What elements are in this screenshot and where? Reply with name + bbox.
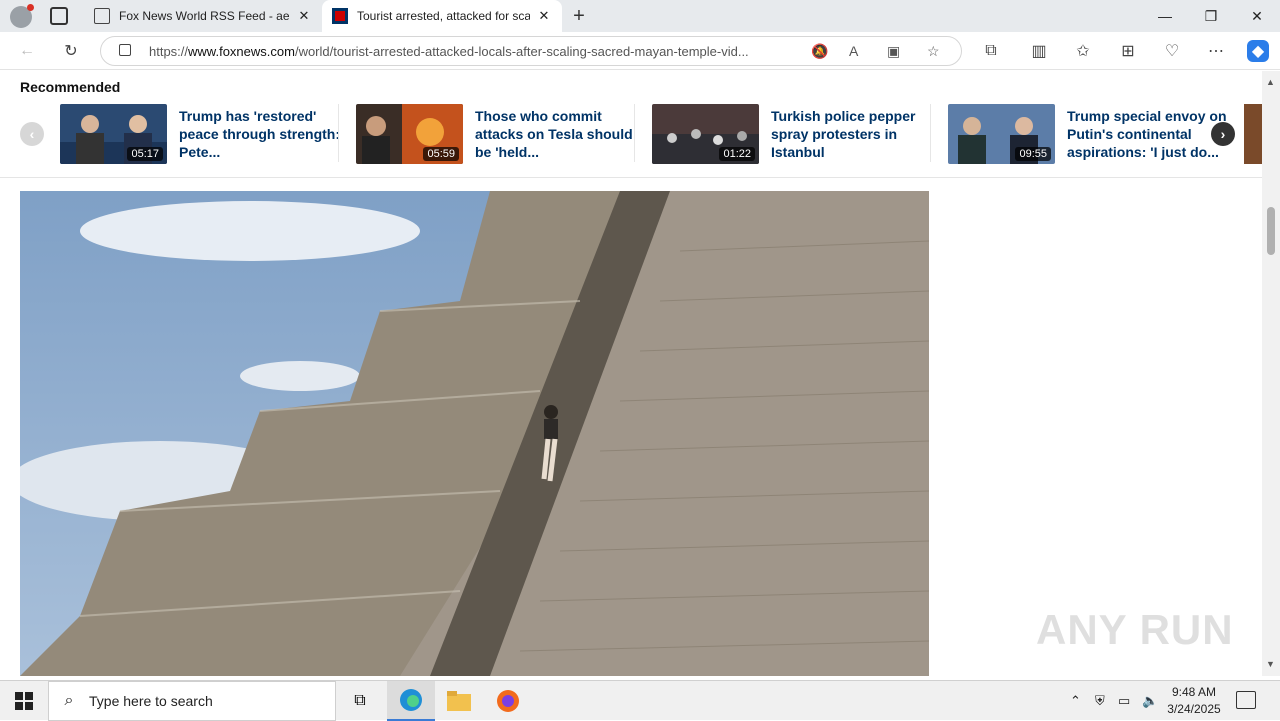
video-headline[interactable]: Trump has 'restored' peace through stren…: [179, 107, 341, 161]
refresh-icon[interactable]: ↻: [60, 40, 82, 62]
firefox-icon[interactable]: [484, 681, 532, 721]
video-thumbnail[interactable]: 01:22: [652, 104, 759, 164]
favorites-icon[interactable]: ✩: [1072, 40, 1094, 62]
read-aloud-icon[interactable]: A: [849, 43, 858, 59]
close-window-button[interactable]: ✕: [1234, 0, 1280, 32]
close-tab-icon[interactable]: ✕: [296, 8, 312, 24]
browser-essentials-icon[interactable]: ♡: [1161, 40, 1183, 62]
recommended-video[interactable]: 05:59 Those who commit attacks on Tesla …: [356, 104, 640, 164]
windows-icon: [15, 692, 33, 710]
recommended-video[interactable]: 05:17 Trump has 'restored' peace through…: [60, 104, 344, 164]
carousel-prev-button[interactable]: ‹: [20, 122, 44, 146]
search-icon: ⌕: [64, 692, 74, 709]
clock-time: 9:48 AM: [1171, 685, 1217, 699]
taskbar: ⌕ Type here to search ⧉ ⌃ ⛨ ▭ 🔈 9:48 AM …: [0, 680, 1280, 721]
video-duration: 05:17: [127, 147, 163, 161]
video-headline[interactable]: Turkish police pepper spray protesters i…: [771, 107, 933, 161]
search-placeholder: Type here to search: [89, 693, 213, 709]
video-thumbnail[interactable]: 05:59: [356, 104, 463, 164]
url-text: https://www.foxnews.com/world/tourist-ar…: [149, 44, 749, 59]
copilot-icon[interactable]: ◆: [1247, 40, 1269, 62]
extensions-icon[interactable]: ⧉: [980, 40, 1002, 62]
split-screen-icon[interactable]: ▥: [1028, 40, 1050, 62]
recommended-video[interactable]: 01:22 Turkish police pepper spray protes…: [652, 104, 936, 164]
article-hero-image[interactable]: [20, 191, 929, 676]
notification-dot: [27, 4, 34, 11]
task-view-icon[interactable]: ⧉: [336, 681, 384, 721]
divider: [338, 104, 339, 162]
tab-actions-icon[interactable]: [50, 7, 68, 25]
recommended-carousel: ‹ 05:17 Trump has 'restored' peace throu…: [0, 102, 1262, 174]
taskbar-clock[interactable]: 9:48 AM 3/24/2025: [1166, 684, 1222, 718]
divider: [930, 104, 931, 162]
collections-icon[interactable]: ⊞: [1117, 40, 1139, 62]
edge-taskbar-icon[interactable]: [387, 681, 435, 721]
network-icon[interactable]: ▭: [1118, 681, 1130, 721]
tab-title: Fox News World RSS Feed - aero: [119, 9, 290, 23]
scroll-down-icon[interactable]: ▼: [1266, 659, 1275, 669]
video-thumbnail[interactable]: [1244, 104, 1262, 164]
network-shield-icon[interactable]: ⛨: [1095, 681, 1105, 721]
video-thumbnail[interactable]: 05:17: [60, 104, 167, 164]
anyrun-watermark: ANY RUN: [1036, 606, 1234, 653]
video-thumbnail[interactable]: 09:55: [948, 104, 1055, 164]
address-bar[interactable]: https://www.foxnews.com/world/tourist-ar…: [100, 36, 962, 66]
video-duration: 05:59: [423, 147, 459, 161]
tab-tourist-article[interactable]: Tourist arrested, attacked for scal ✕: [322, 0, 562, 32]
lock-icon: [119, 44, 131, 56]
recommended-heading: Recommended: [20, 79, 121, 95]
close-tab-icon[interactable]: ✕: [536, 8, 552, 24]
scrollbar-thumb[interactable]: [1267, 207, 1275, 255]
divider: [0, 177, 1262, 178]
tab-bar: Fox News World RSS Feed - aero ✕ Tourist…: [0, 0, 1280, 32]
video-duration: 01:22: [719, 147, 755, 161]
taskbar-search-box[interactable]: ⌕ Type here to search: [48, 681, 336, 721]
scroll-up-icon[interactable]: ▲: [1266, 77, 1275, 87]
tab-title: Tourist arrested, attacked for scal: [357, 9, 530, 23]
page-content: Recommended ‹ 05:17 Trump has 'restored'…: [0, 71, 1262, 676]
recommended-video[interactable]: 09:55 Trump special envoy on Putin's con…: [948, 104, 1232, 164]
page-scrollbar[interactable]: ▲ ▼: [1262, 71, 1280, 676]
video-headline[interactable]: Those who commit attacks on Tesla should…: [475, 107, 637, 161]
document-icon: [94, 8, 110, 24]
carousel-next-button[interactable]: ›: [1211, 122, 1235, 146]
clock-date: 3/24/2025: [1167, 702, 1221, 716]
show-hidden-icons[interactable]: ⌃: [1070, 681, 1081, 721]
favorite-star-icon[interactable]: ☆: [927, 43, 940, 60]
minimize-button[interactable]: —: [1142, 0, 1188, 32]
divider: [634, 104, 635, 162]
new-tab-button[interactable]: +: [568, 5, 590, 28]
volume-icon[interactable]: 🔈: [1142, 681, 1158, 721]
video-duration: 09:55: [1015, 147, 1051, 161]
tab-fox-rss[interactable]: Fox News World RSS Feed - aero ✕: [84, 0, 322, 32]
profile-avatar[interactable]: [10, 4, 34, 28]
mute-icon[interactable]: 🔕: [811, 43, 828, 60]
more-menu-icon[interactable]: ⋯: [1205, 40, 1227, 62]
immersive-reader-icon[interactable]: ▣: [887, 43, 900, 60]
start-button[interactable]: [0, 681, 48, 721]
foxnews-icon: [332, 8, 348, 24]
back-icon[interactable]: ←: [16, 40, 38, 62]
restore-button[interactable]: ❐: [1188, 0, 1234, 32]
file-explorer-icon[interactable]: [435, 681, 483, 721]
browser-toolbar: ← ↻ https://www.foxnews.com/world/touris…: [0, 32, 1280, 70]
notifications-icon[interactable]: [1236, 691, 1256, 709]
video-headline[interactable]: Trump special envoy on Putin's continent…: [1067, 107, 1229, 161]
